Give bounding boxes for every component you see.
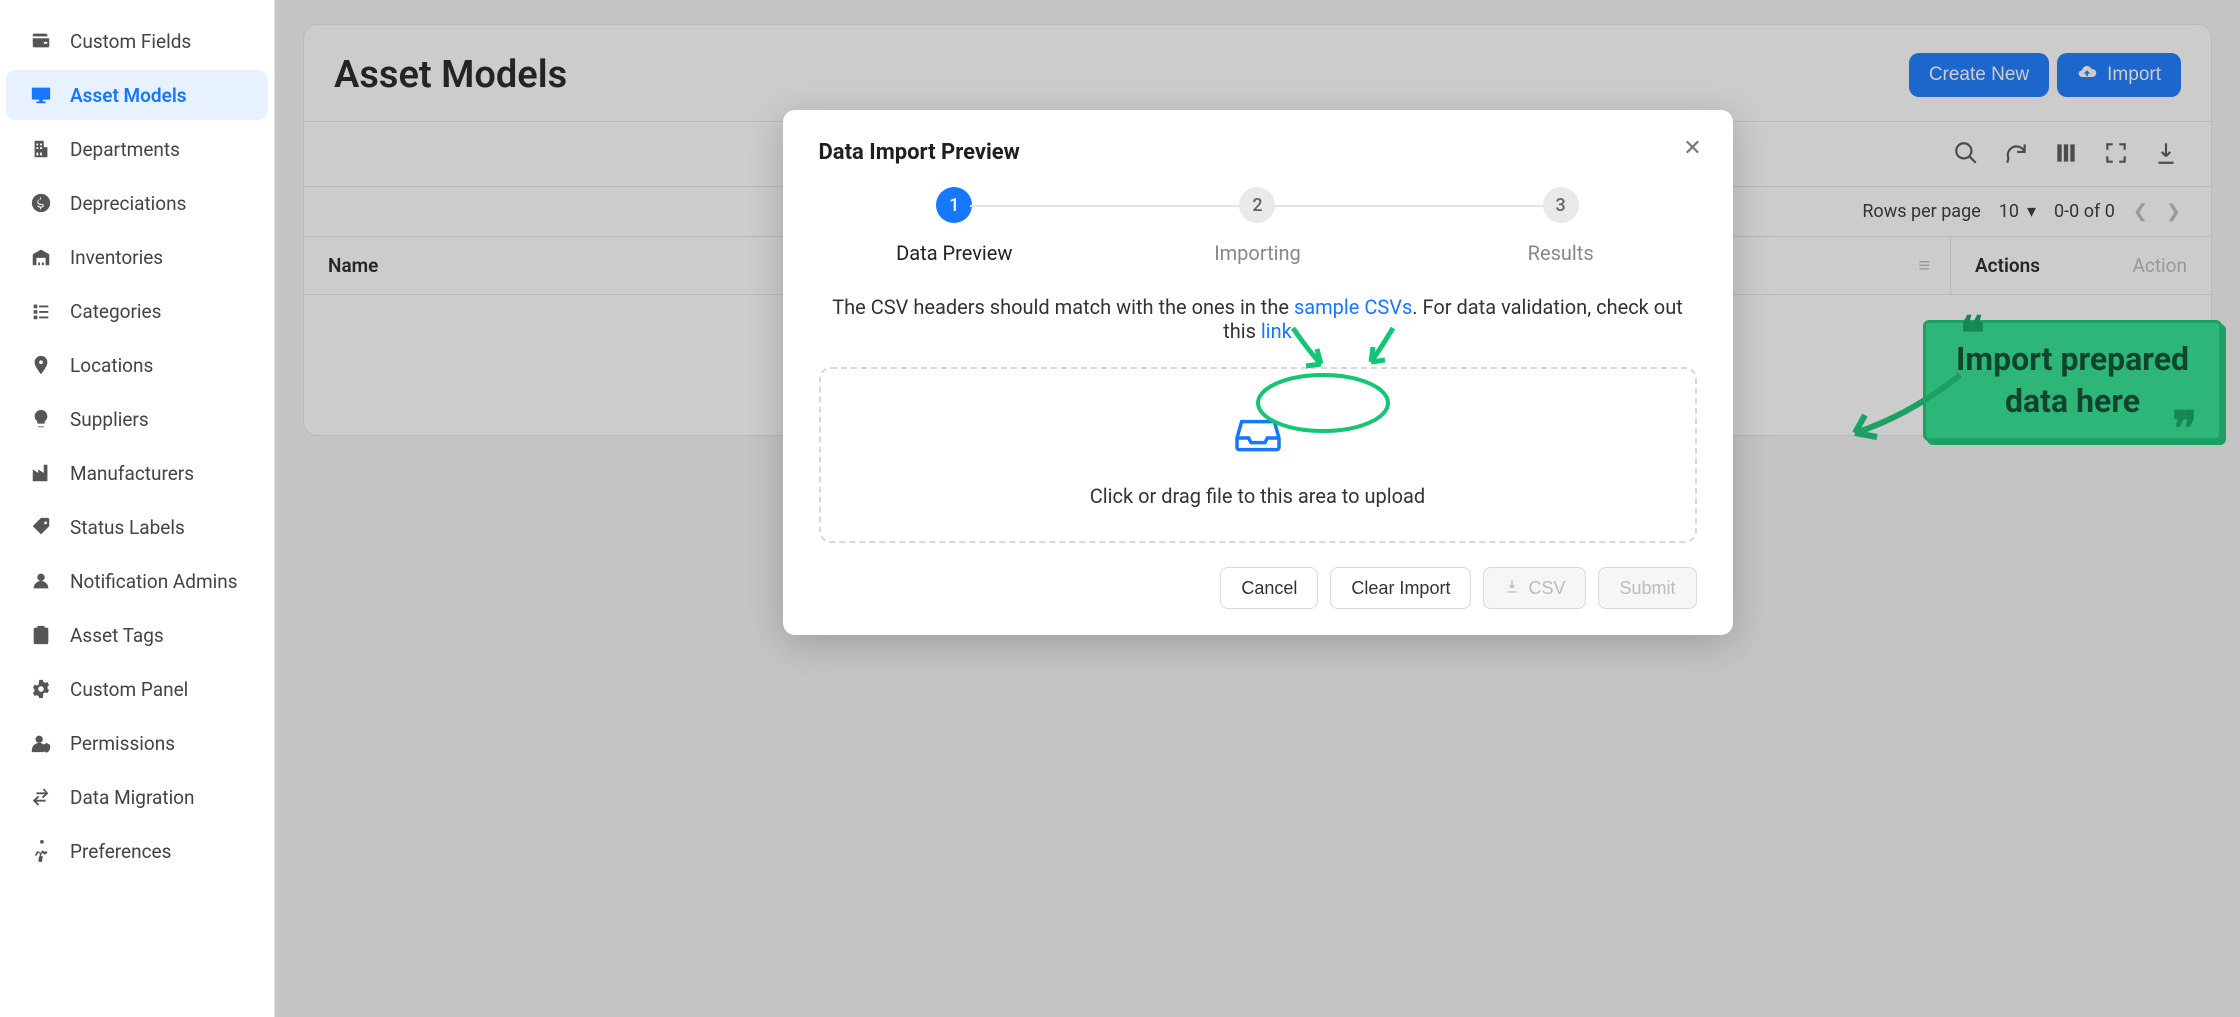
sidebar-item-asset-tags[interactable]: Asset Tags: [6, 610, 268, 660]
bulb-icon: [28, 406, 54, 432]
monitor-icon: [28, 82, 54, 108]
sidebar-item-data-migration[interactable]: Data Migration: [6, 772, 268, 822]
sidebar-item-label: Notification Admins: [70, 570, 238, 593]
building-icon: [28, 136, 54, 162]
download-small-icon: [1504, 578, 1520, 599]
sidebar-item-manufacturers[interactable]: Manufacturers: [6, 448, 268, 498]
sidebar-item-permissions[interactable]: Permissions: [6, 718, 268, 768]
map-pin-icon: [28, 352, 54, 378]
user-shield-icon: [28, 730, 54, 756]
sidebar-item-preferences[interactable]: Preferences: [6, 826, 268, 876]
sidebar-item-label: Custom Fields: [70, 30, 191, 53]
sidebar-item-locations[interactable]: Locations: [6, 340, 268, 390]
sidebar-item-notification-admins[interactable]: Notification Admins: [6, 556, 268, 606]
sidebar-item-label: Status Labels: [70, 516, 185, 539]
user-icon: [28, 568, 54, 594]
sidebar-item-label: Data Migration: [70, 786, 195, 809]
sidebar-item-label: Manufacturers: [70, 462, 194, 485]
sidebar-item-label: Asset Models: [70, 84, 187, 107]
validation-link[interactable]: link: [1261, 319, 1292, 343]
upload-dropzone[interactable]: Click or drag file to this area to uploa…: [819, 367, 1697, 543]
step-data-preview: 1 Data Preview: [819, 187, 1091, 265]
sidebar-item-suppliers[interactable]: Suppliers: [6, 394, 268, 444]
modal-close-button[interactable]: ✕: [1677, 132, 1709, 164]
button-label: CSV: [1528, 578, 1565, 599]
sidebar-item-inventories[interactable]: Inventories: [6, 232, 268, 282]
step-number: 3: [1543, 187, 1579, 223]
sidebar-item-label: Departments: [70, 138, 180, 161]
clear-import-button[interactable]: Clear Import: [1330, 567, 1471, 609]
step-results: 3 Results: [1425, 187, 1697, 265]
sidebar-item-label: Custom Panel: [70, 678, 188, 701]
sidebar-item-label: Preferences: [70, 840, 171, 863]
sidebar: Custom Fields Asset Models Departments D…: [0, 0, 275, 1017]
sidebar-item-categories[interactable]: Categories: [6, 286, 268, 336]
sidebar-item-custom-panel[interactable]: Custom Panel: [6, 664, 268, 714]
cancel-button[interactable]: Cancel: [1220, 567, 1318, 609]
swap-icon: [28, 784, 54, 810]
import-modal: Data Import Preview ✕ 1 Data Preview 2 I…: [783, 110, 1733, 635]
helper-text: The CSV headers should match with the on…: [819, 295, 1697, 343]
sample-csvs-link[interactable]: sample CSVs: [1294, 295, 1412, 319]
step-label: Importing: [1214, 241, 1301, 265]
sidebar-item-label: Permissions: [70, 732, 175, 755]
tag-icon: [28, 514, 54, 540]
close-icon: ✕: [1683, 136, 1701, 161]
sidebar-item-depreciations[interactable]: Depreciations: [6, 178, 268, 228]
wallet-icon: [28, 28, 54, 54]
step-number: 1: [936, 187, 972, 223]
sidebar-item-label: Inventories: [70, 246, 163, 269]
clipboard-icon: [28, 622, 54, 648]
button-label: Cancel: [1241, 578, 1297, 599]
gears-icon: [28, 676, 54, 702]
sidebar-item-label: Asset Tags: [70, 624, 164, 647]
inbox-icon: [1230, 403, 1286, 464]
sidebar-item-departments[interactable]: Departments: [6, 124, 268, 174]
modal-title: Data Import Preview: [819, 140, 1697, 165]
button-label: Submit: [1619, 578, 1675, 599]
factory-icon: [28, 460, 54, 486]
step-importing: 2 Importing: [1122, 187, 1394, 265]
step-number: 2: [1239, 187, 1275, 223]
sidebar-item-label: Depreciations: [70, 192, 186, 215]
sidebar-item-asset-models[interactable]: Asset Models: [6, 70, 268, 120]
sidebar-item-custom-fields[interactable]: Custom Fields: [6, 16, 268, 66]
import-stepper: 1 Data Preview 2 Importing 3 Results: [819, 187, 1697, 265]
submit-button[interactable]: Submit: [1598, 567, 1696, 609]
dropzone-text: Click or drag file to this area to uploa…: [1090, 484, 1425, 508]
step-label: Results: [1528, 241, 1594, 265]
sidebar-item-status-labels[interactable]: Status Labels: [6, 502, 268, 552]
warehouse-icon: [28, 244, 54, 270]
sidebar-item-label: Categories: [70, 300, 161, 323]
csv-button[interactable]: CSV: [1483, 567, 1586, 609]
sidebar-item-label: Suppliers: [70, 408, 149, 431]
dollar-icon: [28, 190, 54, 216]
sidebar-item-label: Locations: [70, 354, 153, 377]
main-content: Asset Models Create New Import: [275, 0, 2240, 1017]
button-label: Clear Import: [1351, 578, 1450, 599]
list-icon: [28, 298, 54, 324]
run-icon: [28, 838, 54, 864]
step-label: Data Preview: [896, 241, 1012, 265]
helper-prefix: The CSV headers should match with the on…: [832, 295, 1294, 319]
modal-overlay: Data Import Preview ✕ 1 Data Preview 2 I…: [275, 0, 2240, 1017]
